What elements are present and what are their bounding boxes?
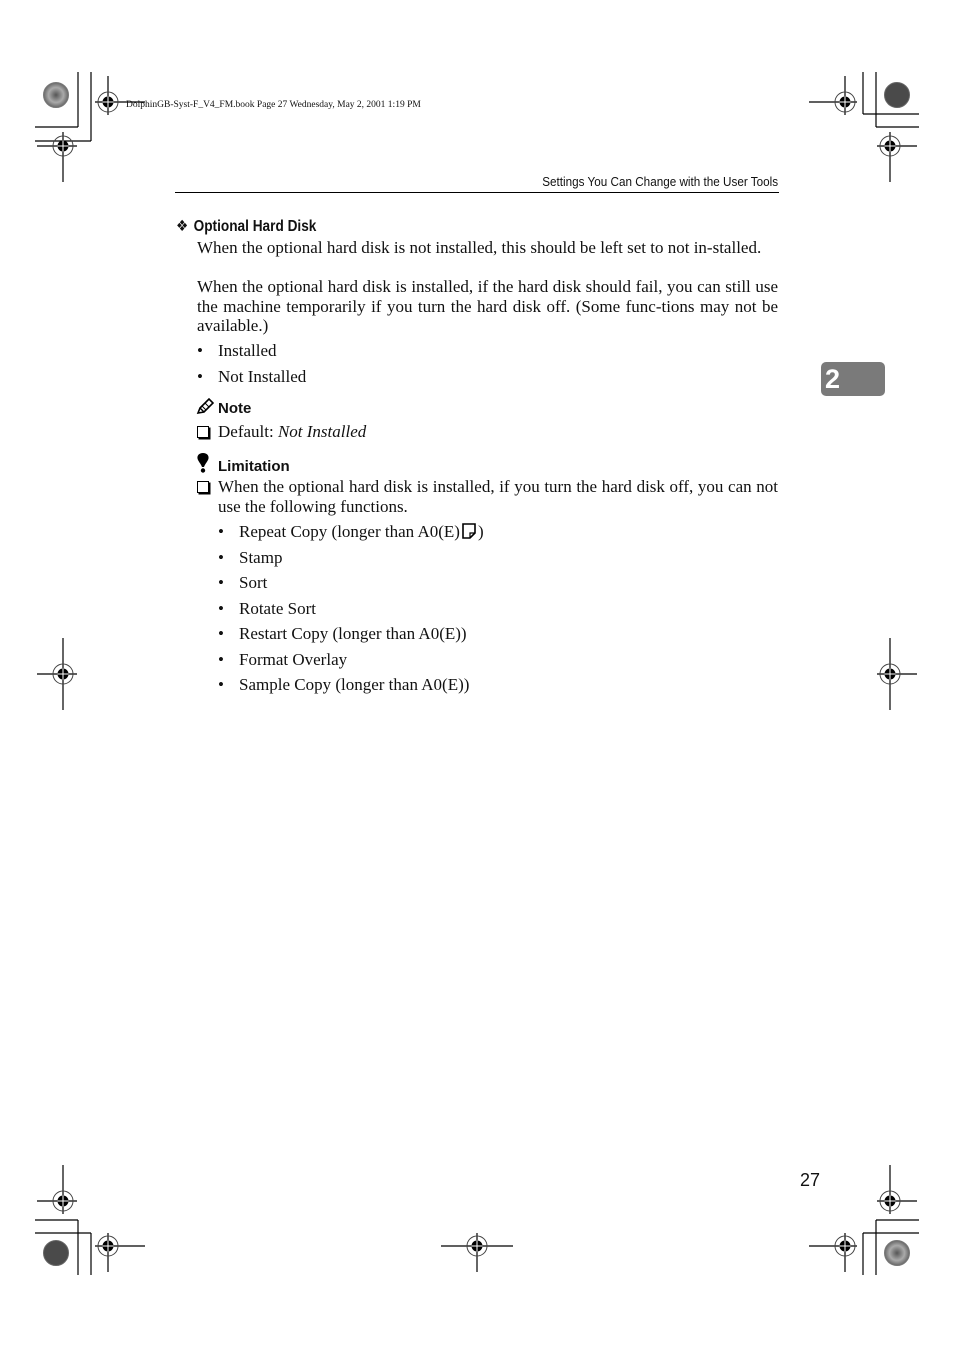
running-head: Settings You Can Change with the User To… [542, 174, 778, 189]
list-item: Format Overlay [218, 650, 484, 676]
list-item: Sort [218, 573, 484, 599]
list-item: Restart Copy (longer than A0(E)) [218, 624, 484, 650]
header-rule [175, 192, 779, 193]
default-value: Not Installed [277, 422, 367, 441]
registration-mark [877, 1165, 917, 1214]
checkbox-bullet-icon [197, 426, 209, 438]
limitation-item: When the optional hard disk is installed… [197, 477, 778, 516]
limitation-title: Limitation [218, 458, 290, 475]
paragraph: When the optional hard disk is not insta… [197, 238, 762, 257]
pencil-icon [196, 397, 218, 419]
registration-mark [441, 1233, 513, 1272]
exclamation-icon [196, 453, 218, 477]
function-list: Repeat Copy (longer than A0(E)) Stamp So… [218, 522, 484, 701]
crop-mark-top-left [35, 72, 92, 142]
note-heading: Note [196, 397, 252, 419]
crop-mark-bottom-left [35, 1219, 92, 1275]
crop-mark-top-right [862, 72, 919, 128]
list-item: Not Installed [197, 367, 306, 393]
diamond-bullet-icon: ❖ [176, 218, 189, 235]
color-target-top-left [43, 82, 69, 108]
registration-mark [37, 132, 77, 182]
registration-mark [877, 638, 917, 710]
color-target-top-right [884, 82, 910, 108]
limitation-heading: Limitation [196, 453, 290, 477]
color-target-bottom-right [884, 1240, 910, 1266]
crop-mark-bottom-right [862, 1219, 919, 1275]
registration-mark [877, 132, 917, 182]
chapter-number: 2 [825, 364, 841, 394]
default-label: Default: [218, 422, 278, 441]
slug-line: DolphinGB-Syst-F_V4_FM.book Page 27 Wedn… [126, 100, 421, 110]
section-title-text: Optional Hard Disk [193, 218, 317, 235]
checkbox-bullet-icon [197, 481, 209, 493]
option-list: Installed Not Installed [197, 341, 306, 392]
note-item: Default: Not Installed [197, 422, 778, 442]
list-item: Installed [197, 341, 306, 367]
registration-mark [809, 76, 857, 115]
page-number: 27 [800, 1170, 821, 1190]
paper-orientation-icon [462, 523, 476, 539]
registration-mark [809, 1233, 857, 1272]
registration-mark [95, 1233, 145, 1272]
list-item: Repeat Copy (longer than A0(E)) [218, 522, 484, 548]
limitation-text: When the optional hard disk is installed… [218, 477, 778, 516]
list-item: Stamp [218, 548, 484, 574]
paragraph: When the optional hard disk is installed… [197, 277, 778, 336]
registration-mark [37, 638, 77, 710]
section-title: ❖ Optional Hard Disk [176, 217, 316, 236]
list-item: Sample Copy (longer than A0(E)) [218, 675, 484, 701]
note-title: Note [218, 400, 252, 417]
list-item: Rotate Sort [218, 599, 484, 625]
color-target-bottom-left [43, 1240, 69, 1266]
registration-mark [37, 1165, 77, 1214]
chapter-tab: 2 [821, 362, 885, 396]
